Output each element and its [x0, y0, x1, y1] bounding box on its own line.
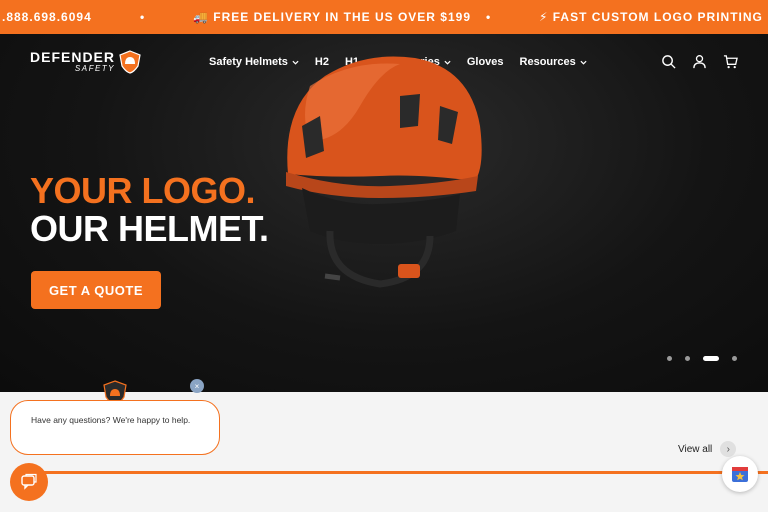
logo-printing-text: ⚡ FAST CUSTOM LOGO PRINTING: [539, 10, 763, 24]
brand-name: DEFENDER: [30, 49, 116, 65]
reviews-badge[interactable]: [722, 456, 758, 492]
account-icon[interactable]: [692, 54, 707, 69]
carousel-dot[interactable]: [685, 356, 690, 361]
chat-icon: [21, 473, 37, 490]
carousel-dot[interactable]: [732, 356, 737, 361]
arrow-right-icon: ›: [720, 441, 737, 457]
search-icon[interactable]: [661, 54, 676, 69]
get-a-quote-button[interactable]: GET A QUOTE: [31, 271, 161, 309]
headline-line-2: OUR HELMET.: [30, 208, 269, 249]
hero-headline: YOUR LOGO. OUR HELMET.: [30, 172, 269, 248]
carousel-dot-active[interactable]: [703, 356, 719, 361]
separator: •: [486, 10, 492, 24]
section-divider: [40, 471, 768, 474]
chevron-down-icon: [580, 60, 587, 65]
shield-logo-icon: [119, 50, 141, 74]
carousel-dot[interactable]: [667, 356, 672, 361]
nav-label: Safety Helmets: [209, 56, 288, 68]
view-all-link[interactable]: View all ›: [678, 441, 737, 457]
view-all-label: View all: [678, 443, 713, 455]
helmet-image: [286, 56, 482, 288]
nav-resources[interactable]: Resources: [520, 56, 587, 68]
hero-banner: DEFENDER SAFETY Safety Helmets H2 H1 Acc…: [0, 34, 768, 392]
free-delivery-text: 🚚 FREE DELIVERY IN THE US OVER $199: [193, 10, 472, 24]
chat-prompt-bubble[interactable]: Have any questions? We're happy to help.: [10, 400, 220, 455]
header-icons: [661, 54, 738, 69]
close-icon[interactable]: ×: [190, 379, 204, 393]
chat-message: Have any questions? We're happy to help.: [31, 415, 191, 425]
brand-subtitle: SAFETY: [74, 64, 116, 73]
nav-label: Resources: [519, 56, 576, 68]
phone-number[interactable]: .888.698.6094: [2, 10, 92, 24]
headline-line-1: YOUR LOGO.: [30, 170, 256, 211]
carousel-dots: [667, 356, 737, 361]
star-badge-icon: [732, 467, 748, 482]
cart-icon[interactable]: [723, 54, 738, 69]
announcement-bar: .888.698.6094 • 🚚 FREE DELIVERY IN THE U…: [0, 0, 768, 34]
brand-logo[interactable]: DEFENDER SAFETY: [30, 50, 141, 74]
chat-open-button[interactable]: [10, 463, 48, 501]
separator: •: [140, 10, 146, 24]
